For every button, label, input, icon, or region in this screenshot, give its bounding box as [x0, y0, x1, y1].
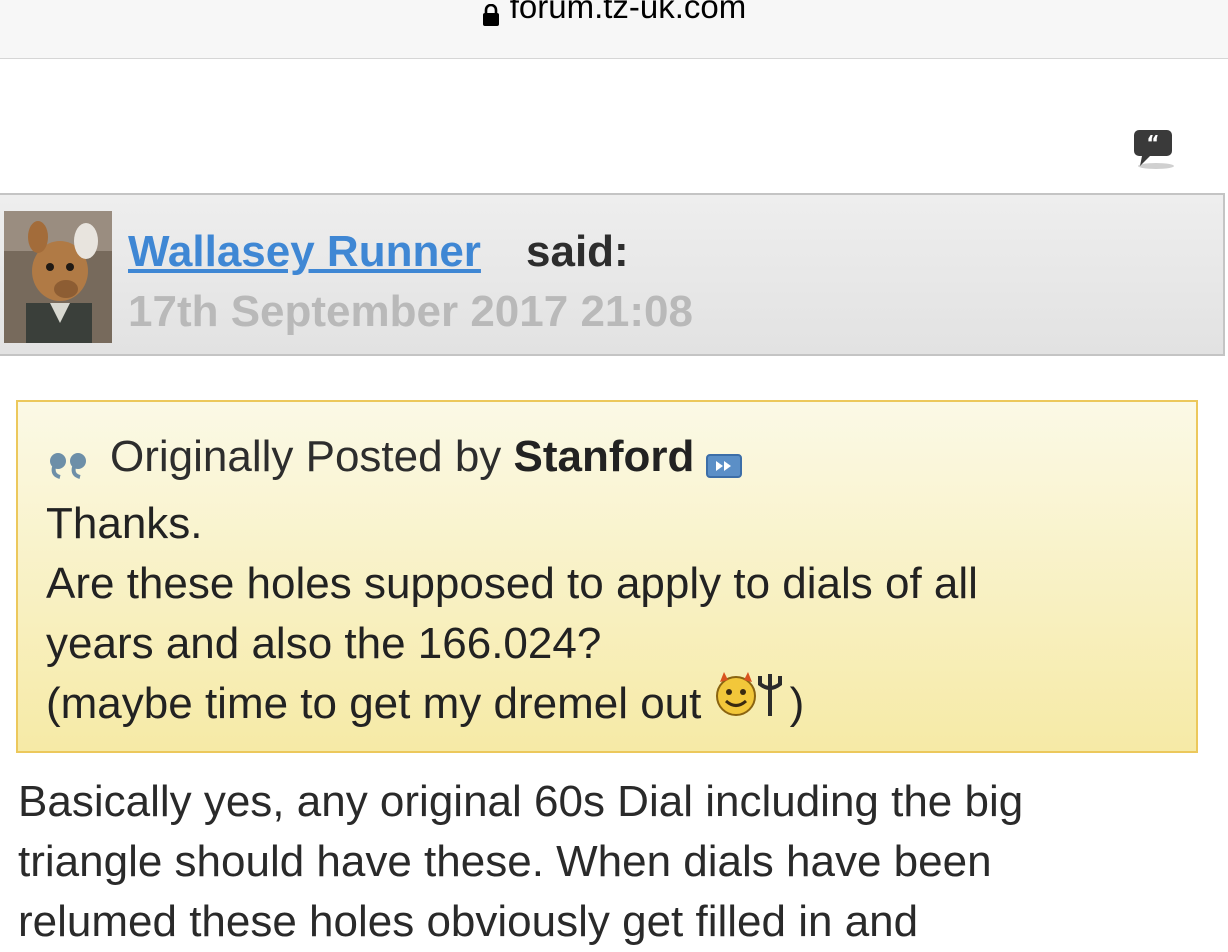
- quote-prefix: Originally Posted by: [110, 432, 502, 481]
- body-line: Basically yes, any original 60s Dial inc…: [18, 777, 1024, 826]
- post-header: Wallasey Runner said: 17th September 201…: [0, 193, 1225, 356]
- lock-icon: [482, 0, 500, 27]
- quote-line-last: (maybe time to get my dremel out ): [46, 672, 1166, 734]
- view-post-icon[interactable]: [706, 441, 743, 479]
- url-text: forum.tz-uk.com: [509, 0, 747, 25]
- svg-text:“: “: [1146, 131, 1159, 155]
- quote-header: Originally Posted by Stanford: [46, 432, 743, 482]
- post-author-link[interactable]: Wallasey Runner: [128, 227, 481, 277]
- quote-marks-icon: [46, 440, 94, 480]
- said-label: said:: [526, 227, 629, 276]
- user-avatar[interactable]: [4, 211, 112, 343]
- devil-smilie-icon: [714, 670, 790, 718]
- body-line: triangle should have these. When dials h…: [18, 837, 992, 886]
- quote-block: Originally Posted by Stanford Thanks. Ar…: [16, 400, 1198, 753]
- body-line: relumed these holes obviously get filled…: [18, 897, 919, 946]
- browser-address-bar[interactable]: forum.tz-uk.com: [0, 0, 1228, 59]
- quote-line: (maybe time to get my dremel out: [46, 679, 702, 728]
- quote-line: Thanks.: [46, 499, 203, 548]
- quote-reply-icon[interactable]: “: [1130, 124, 1178, 172]
- address-display[interactable]: forum.tz-uk.com: [0, 0, 1228, 27]
- quote-line-end: ): [789, 679, 805, 728]
- quote-author: Stanford: [513, 432, 695, 481]
- post-date: 17th September 2017 21:08: [128, 287, 693, 336]
- quote-line: years and also the 166.024?: [46, 619, 602, 668]
- quote-line: Are these holes supposed to apply to dia…: [46, 559, 978, 608]
- post-body: Basically yes, any original 60s Dial inc…: [18, 772, 1208, 952]
- quote-text: Thanks. Are these holes supposed to appl…: [46, 494, 1166, 734]
